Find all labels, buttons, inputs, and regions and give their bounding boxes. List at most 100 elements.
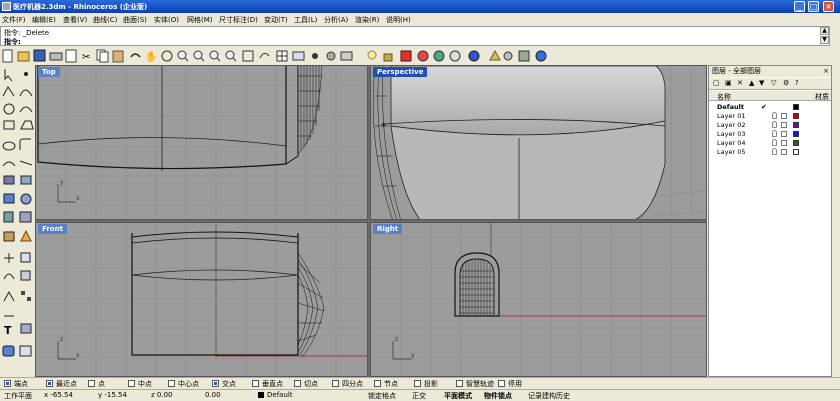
layer-color-swatch[interactable]	[793, 122, 799, 128]
save-icon[interactable]	[33, 49, 46, 62]
checkbox[interactable]	[456, 380, 463, 387]
light-bulb-icon[interactable]	[772, 148, 777, 155]
explode-icon[interactable]	[20, 229, 32, 242]
minimize-button[interactable]: _	[794, 1, 805, 12]
layer-color-swatch[interactable]	[793, 149, 799, 155]
text-tool-icon[interactable]: T	[4, 324, 12, 337]
checkbox[interactable]	[294, 380, 301, 387]
arc-icon[interactable]	[19, 106, 33, 113]
right-scrollbar[interactable]	[833, 65, 840, 377]
rotate-view-icon[interactable]	[161, 50, 173, 62]
zoom-dynamic-icon[interactable]	[209, 50, 221, 62]
layer-color-swatch[interactable]	[793, 113, 799, 119]
new-sublayer-icon[interactable]: ▣	[725, 79, 732, 87]
menu-render[interactable]: 渲染(R)	[355, 15, 379, 25]
move-icon[interactable]	[4, 253, 14, 263]
light-bulb-icon[interactable]	[772, 112, 777, 119]
light-bulb-icon[interactable]	[772, 130, 777, 137]
rendered-view-icon[interactable]	[449, 50, 461, 62]
checkbox[interactable]	[414, 380, 421, 387]
box-solid-icon[interactable]	[3, 193, 15, 204]
command-prompt[interactable]: 指令:	[4, 37, 21, 47]
help-icon[interactable]: ?	[795, 79, 799, 87]
unlock-icon[interactable]	[781, 113, 787, 119]
light-bulb-icon[interactable]	[772, 139, 777, 146]
layer-row[interactable]: Layer 04	[709, 139, 831, 147]
polyline-icon[interactable]	[2, 86, 15, 97]
point-icon[interactable]	[24, 72, 28, 76]
menu-view[interactable]: 查看(V)	[63, 15, 87, 25]
plugin-icon[interactable]	[518, 50, 530, 62]
color-wheel-icon[interactable]	[417, 50, 429, 62]
maximize-button[interactable]: □	[808, 1, 819, 12]
rhino-app-icon[interactable]	[2, 2, 11, 11]
menu-file[interactable]: 文件(F)	[2, 15, 26, 25]
viewport-front[interactable]: z x Front	[35, 222, 368, 377]
column-material[interactable]: 材质	[815, 92, 829, 102]
move-down-icon[interactable]: ▼	[759, 79, 764, 87]
layer-row[interactable]: Layer 02	[709, 121, 831, 129]
delete-layer-icon[interactable]: ✕	[737, 79, 743, 87]
history-tool-icon[interactable]	[19, 345, 32, 357]
ellipse-icon[interactable]	[2, 141, 16, 151]
new-layer-icon[interactable]: ▢	[713, 79, 720, 87]
layer-row[interactable]: Default ✔	[709, 103, 831, 111]
current-layer[interactable]: Default	[267, 391, 293, 399]
offset-curve-icon[interactable]	[2, 161, 16, 167]
material-icon[interactable]	[468, 50, 480, 62]
menu-edit[interactable]: 编辑(E)	[32, 15, 56, 25]
points-on-icon[interactable]	[326, 51, 336, 61]
settings-icon[interactable]: ⚙	[783, 79, 789, 87]
menu-mesh[interactable]: 网格(M)	[187, 15, 213, 25]
copy-object-icon[interactable]	[20, 252, 31, 263]
checkbox[interactable]	[498, 380, 505, 387]
four-viewports-icon[interactable]	[276, 50, 288, 62]
mesh-icon[interactable]	[3, 231, 15, 242]
rectangle-icon[interactable]	[3, 120, 15, 130]
render-tool-icon[interactable]	[2, 345, 15, 357]
checkbox[interactable]	[252, 380, 259, 387]
checkbox[interactable]	[128, 380, 135, 387]
zoom-selected-icon[interactable]	[242, 50, 254, 62]
pan-hand-icon[interactable]: ✋	[145, 50, 157, 63]
analyze-icon[interactable]	[20, 323, 32, 334]
new-file-icon[interactable]	[2, 49, 13, 63]
surface-corner-icon[interactable]	[3, 175, 15, 185]
unlock-icon[interactable]	[781, 149, 787, 155]
polygon-icon[interactable]	[20, 120, 34, 130]
paste-icon[interactable]	[112, 50, 124, 63]
properties-icon[interactable]	[65, 49, 77, 63]
lock-icon[interactable]	[383, 53, 393, 62]
undo-icon[interactable]	[130, 53, 141, 58]
viewport-perspective[interactable]: ⌖ Perspective	[370, 65, 707, 220]
undo-view-icon[interactable]	[259, 52, 270, 59]
scroll-up-icon[interactable]: ▲	[820, 27, 829, 35]
menu-surface[interactable]: 曲面(S)	[123, 15, 147, 25]
select-point-icon[interactable]	[312, 53, 318, 59]
select-arrow-icon[interactable]	[4, 69, 13, 82]
zoom-extents-icon[interactable]	[225, 50, 237, 62]
help-icon[interactable]	[535, 50, 547, 62]
render-icon[interactable]	[400, 50, 412, 62]
layer-color-swatch[interactable]	[793, 140, 799, 146]
zoom-icon[interactable]	[177, 50, 189, 62]
zoom-window-icon[interactable]	[193, 50, 205, 62]
rotate-object-icon[interactable]	[3, 273, 15, 280]
checkbox[interactable]	[332, 380, 339, 387]
checkbox[interactable]	[4, 380, 11, 387]
layer-color-swatch[interactable]	[793, 104, 799, 110]
boolean-icon[interactable]	[19, 211, 32, 223]
layer-icon[interactable]	[340, 51, 353, 61]
light-bulb-icon[interactable]	[367, 50, 377, 60]
menu-help[interactable]: 说明(H)	[386, 15, 411, 25]
checkbox[interactable]	[374, 380, 381, 387]
menu-analyze[interactable]: 分析(A)	[324, 15, 348, 25]
layer-row[interactable]: Layer 01	[709, 112, 831, 120]
checkbox[interactable]	[168, 380, 175, 387]
sphere-icon[interactable]	[20, 193, 32, 205]
scroll-down-icon[interactable]: ▼	[820, 36, 829, 44]
light-bulb-icon[interactable]	[772, 121, 777, 128]
cut-icon[interactable]: ✂	[82, 52, 90, 63]
extrude-icon[interactable]	[20, 175, 32, 185]
options-gear-icon[interactable]	[503, 51, 513, 61]
